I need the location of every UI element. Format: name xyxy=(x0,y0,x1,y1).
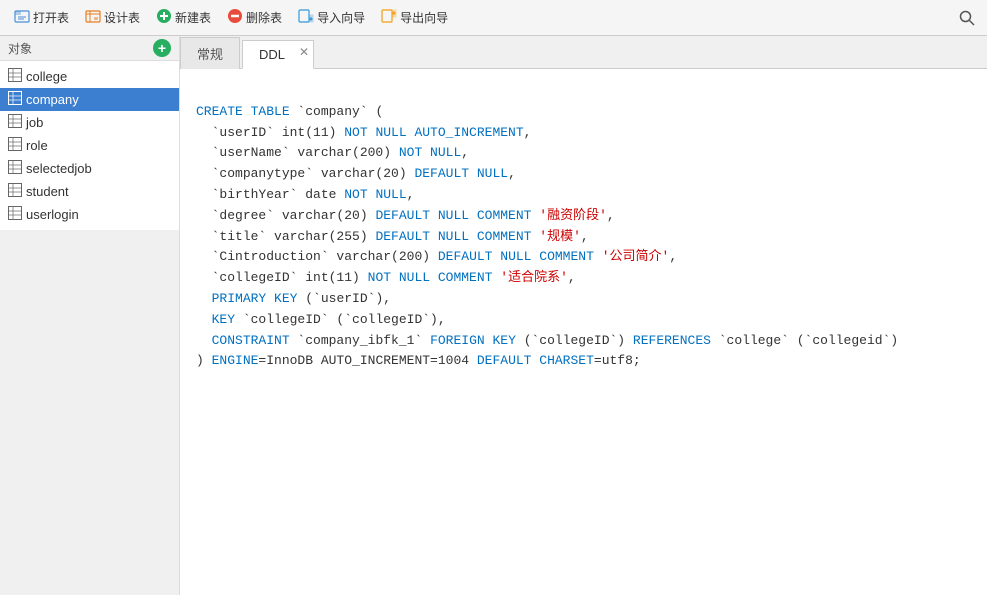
sql-key: KEY xyxy=(212,312,235,327)
tab-bar: 常规 DDL ✕ xyxy=(180,36,987,69)
table-list: college company job xyxy=(0,61,180,230)
table-grid-icon xyxy=(8,183,22,200)
tab-ddl[interactable]: DDL ✕ xyxy=(242,40,314,69)
sql-constraint-body: `company_ibfk_1` FOREIGN KEY (`collegeID… xyxy=(290,333,899,348)
table-grid-icon xyxy=(8,91,22,108)
sql-field-collegeid: `collegeID` int(11) NOT NULL COMMENT '适合… xyxy=(212,270,576,285)
sql-engine: ) ENGINE=InnoDB AUTO_INCREMENT=1004 DEFA… xyxy=(196,353,641,368)
add-object-button[interactable]: + xyxy=(153,39,171,57)
export-button[interactable]: 导出向导 xyxy=(375,5,454,30)
delete-table-label: 删除表 xyxy=(246,9,282,26)
design-table-label: 设计表 xyxy=(104,9,140,26)
sql-table-name: `company` ( xyxy=(290,104,384,119)
table-item-student[interactable]: student xyxy=(0,180,179,203)
sql-field-companytype: `companytype` varchar(20) DEFAULT NULL, xyxy=(212,166,516,181)
open-table-icon xyxy=(14,8,30,27)
sql-primary-key-field: (`userID`), xyxy=(297,291,391,306)
table-name: userlogin xyxy=(26,207,79,222)
content-area: 对象 + college company xyxy=(0,36,987,595)
delete-table-button[interactable]: 删除表 xyxy=(221,5,288,30)
export-icon xyxy=(381,8,397,27)
design-table-icon xyxy=(85,8,101,27)
table-item-job[interactable]: job xyxy=(0,111,179,134)
search-button[interactable] xyxy=(955,6,979,30)
design-table-button[interactable]: 设计表 xyxy=(79,5,146,30)
table-name: job xyxy=(26,115,43,130)
sidebar: 对象 + college company xyxy=(0,36,180,595)
table-name: student xyxy=(26,184,69,199)
table-grid-icon xyxy=(8,160,22,177)
table-name: selectedjob xyxy=(26,161,92,176)
new-table-icon xyxy=(156,8,172,27)
sql-field-userid: `userID` int(11) NOT NULL AUTO_INCREMENT… xyxy=(212,125,532,140)
sql-key-field: `collegeID` (`collegeID`), xyxy=(235,312,446,327)
table-grid-icon xyxy=(8,137,22,154)
table-name: role xyxy=(26,138,48,153)
new-table-label: 新建表 xyxy=(175,9,211,26)
export-label: 导出向导 xyxy=(400,9,448,26)
import-icon xyxy=(298,8,314,27)
table-grid-icon xyxy=(8,114,22,131)
table-name: company xyxy=(26,92,79,107)
table-item-selectedjob[interactable]: selectedjob xyxy=(0,157,179,180)
table-name: college xyxy=(26,69,67,84)
sql-primary-key: PRIMARY KEY xyxy=(212,291,298,306)
import-label: 导入向导 xyxy=(317,9,365,26)
sql-field-cintroduction: `Cintroduction` varchar(200) DEFAULT NUL… xyxy=(212,249,678,264)
sidebar-label-row: 对象 + xyxy=(0,36,179,61)
sql-field-birthyear: `birthYear` date NOT NULL, xyxy=(212,187,415,202)
table-item-college[interactable]: college xyxy=(0,65,179,88)
import-button[interactable]: 导入向导 xyxy=(292,5,371,30)
ddl-code-area: CREATE TABLE `company` ( `userID` int(11… xyxy=(180,69,987,595)
sql-field-username: `userName` varchar(200) NOT NULL, xyxy=(212,145,469,160)
tab-close-button[interactable]: ✕ xyxy=(299,45,309,59)
main-container: 打开表 设计表 新建表 删除表 导入向导 xyxy=(0,0,987,595)
toolbar: 打开表 设计表 新建表 删除表 导入向导 xyxy=(0,0,987,36)
new-table-button[interactable]: 新建表 xyxy=(150,5,217,30)
table-item-company[interactable]: company xyxy=(0,88,179,111)
sql-create-keyword: CREATE TABLE xyxy=(196,104,290,119)
sql-field-title: `title` varchar(255) DEFAULT NULL COMMEN… xyxy=(212,229,589,244)
sql-constraint-keyword: CONSTRAINT xyxy=(212,333,290,348)
table-item-userlogin[interactable]: userlogin xyxy=(0,203,179,226)
table-grid-icon xyxy=(8,68,22,85)
sql-field-degree: `degree` varchar(20) DEFAULT NULL COMMEN… xyxy=(212,208,615,223)
table-grid-icon xyxy=(8,206,22,223)
right-panel: 常规 DDL ✕ CREATE TABLE `company` ( `userI… xyxy=(180,36,987,595)
delete-table-icon xyxy=(227,8,243,27)
sidebar-label: 对象 xyxy=(8,40,32,57)
open-table-button[interactable]: 打开表 xyxy=(8,5,75,30)
open-table-label: 打开表 xyxy=(33,9,69,26)
tab-changgui[interactable]: 常规 xyxy=(180,37,240,69)
table-item-role[interactable]: role xyxy=(0,134,179,157)
